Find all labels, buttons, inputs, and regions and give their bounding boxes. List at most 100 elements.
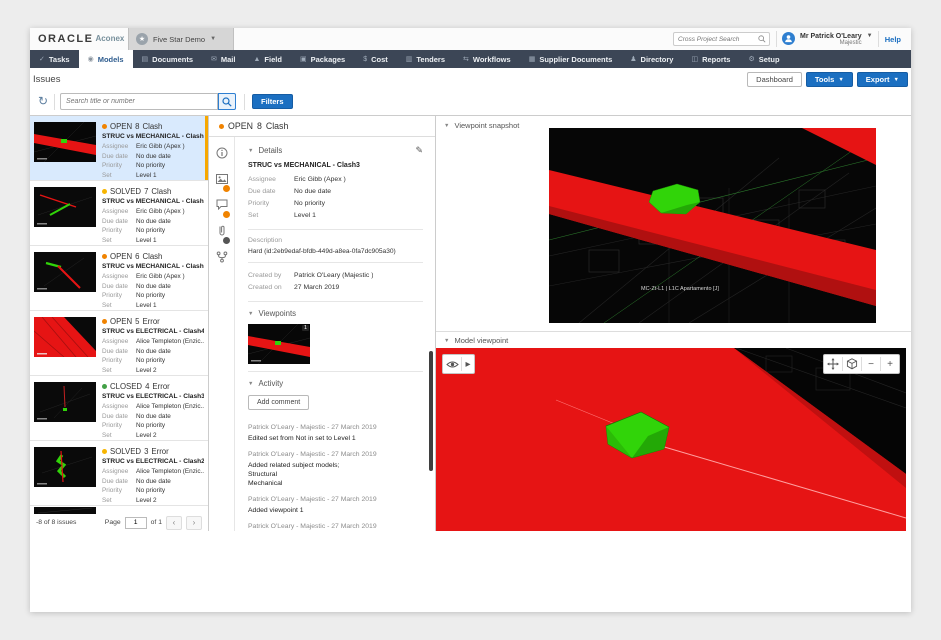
aconex-app-window: ORACLEAconex ★ Five Star Demo ▼ Mr Patri…: [30, 28, 911, 612]
due-date-label: Due date: [102, 217, 136, 227]
issue-title: STRUC vs MECHANICAL - Clash3: [102, 133, 204, 140]
issue-number: 7: [144, 187, 148, 196]
nav-item-directory[interactable]: ♟ Directory: [621, 50, 682, 68]
issue-search-box[interactable]: [60, 93, 218, 110]
project-selector[interactable]: ★ Five Star Demo ▼: [128, 28, 234, 50]
viewpoints-section-header[interactable]: ▼ Viewpoints: [248, 309, 423, 318]
issue-list-item[interactable]: OPEN 8 Clash STRUC vs MECHANICAL - Clash…: [30, 116, 208, 181]
viewpoint-snapshot-header[interactable]: ▼ Viewpoint snapshot: [444, 121, 519, 130]
model-viewpoint-header[interactable]: ▼ Model viewpoint: [444, 336, 508, 345]
issue-list-item[interactable]: CLOSED 4 Error STRUC vs ELECTRICAL - Cla…: [30, 376, 208, 441]
model-viewport[interactable]: ▸ − +: [436, 348, 906, 531]
nav-item-workflows[interactable]: ⇆ Workflows: [454, 50, 520, 68]
nav-item-documents[interactable]: ▤ Documents: [133, 50, 202, 68]
details-section-header[interactable]: ▼ Details ✎: [248, 145, 423, 156]
issue-status: CLOSED: [110, 382, 142, 391]
next-page-button[interactable]: ›: [186, 516, 202, 530]
assignee-label: Assignee: [102, 207, 136, 217]
nav-item-setup[interactable]: ⚙ Setup: [739, 50, 788, 68]
status-dot-icon: [102, 384, 107, 389]
search-icon[interactable]: [758, 35, 766, 43]
viewpoint-snapshot-label: Viewpoint snapshot: [454, 121, 519, 130]
issue-list-item[interactable]: SOLVED 3 Error STRUC vs ELECTRICAL - Cla…: [30, 441, 208, 506]
tools-button[interactable]: Tools▼: [806, 72, 853, 87]
zoom-out-icon[interactable]: −: [862, 355, 880, 373]
activity-meta: Patrick O'Leary - Majestic - 27 March 20…: [248, 496, 423, 503]
created-by-value: Patrick O'Leary (Majestic ): [294, 270, 373, 282]
nav-item-models[interactable]: ◉ Models: [79, 50, 133, 68]
pan-icon[interactable]: [824, 355, 842, 373]
viewpoint-number-badge: 1: [302, 325, 309, 331]
nav-item-tasks[interactable]: ✓ Tasks: [30, 50, 79, 68]
cross-project-search[interactable]: [673, 32, 770, 46]
dashboard-button[interactable]: Dashboard: [747, 72, 802, 87]
packages-icon: ▣: [300, 55, 307, 63]
assignee-label: Assignee: [248, 174, 294, 186]
viewpoint-thumbnail[interactable]: 1: [248, 324, 310, 364]
chevron-down-icon: ▼: [210, 36, 216, 42]
issue-search-input[interactable]: [61, 94, 217, 109]
attachment-icon[interactable]: [215, 224, 228, 237]
visibility-eye-icon[interactable]: [443, 355, 461, 373]
refresh-icon[interactable]: ↻: [38, 94, 48, 108]
issue-thumbnail: [34, 122, 96, 162]
comments-icon[interactable]: [215, 198, 228, 211]
activity-list: Patrick O'Leary - Majestic - 27 March 20…: [248, 424, 423, 531]
models-sphere-icon: ◉: [88, 55, 94, 63]
previous-page-button[interactable]: ‹: [166, 516, 182, 530]
expand-arrow-icon[interactable]: ▸: [462, 355, 474, 373]
issue-status-line: SOLVED 3 Error: [102, 447, 204, 456]
nav-item-tenders[interactable]: ▥ Tenders: [397, 50, 454, 68]
chevron-down-icon: ▼: [248, 311, 253, 317]
status-dot-icon: [102, 124, 107, 129]
user-menu[interactable]: Mr Patrick O'Leary Majestic ▼: [782, 31, 873, 46]
status-dot-icon: [102, 254, 107, 259]
issue-number: 8: [135, 122, 139, 131]
search-button[interactable]: [218, 93, 236, 110]
nav-label: Field: [264, 55, 282, 64]
export-button[interactable]: Export▼: [857, 72, 908, 87]
edit-pencil-icon[interactable]: ✎: [415, 145, 423, 156]
nav-item-supplier-documents[interactable]: ▦ Supplier Documents: [520, 50, 622, 68]
nav-item-mail[interactable]: ✉ Mail: [202, 50, 244, 68]
cross-project-search-input[interactable]: [674, 36, 758, 43]
issue-number: 5: [135, 317, 139, 326]
info-icon[interactable]: [215, 146, 228, 159]
relations-icon[interactable]: [215, 250, 228, 263]
chevron-down-icon: ▼: [894, 77, 899, 83]
detail-priority: No priority: [294, 198, 325, 210]
nav-item-packages[interactable]: ▣ Packages: [291, 50, 354, 68]
filters-button[interactable]: Filters: [252, 94, 293, 109]
nav-item-field[interactable]: ▲ Field: [244, 50, 290, 68]
nav-item-cost[interactable]: $ Cost: [354, 50, 397, 68]
issue-list-item[interactable]: OPEN 6 Clash STRUC vs MECHANICAL - Clash…: [30, 246, 208, 311]
issue-list-item[interactable]: SOLVED 7 Clash STRUC vs MECHANICAL - Cla…: [30, 181, 208, 246]
priority-label: Priority: [102, 291, 136, 301]
add-comment-button[interactable]: Add comment: [248, 395, 309, 410]
tools-label: Tools: [815, 75, 834, 84]
activity-text: Added viewpoint 1: [248, 506, 423, 515]
nav-item-reports[interactable]: ◫ Reports: [682, 50, 739, 68]
issue-assignee: Eric Gibb (Apex ): [136, 142, 185, 152]
help-link[interactable]: Help: [885, 35, 901, 44]
detail-assignee: Eric Gibb (Apex ): [294, 174, 346, 186]
issue-meta: SOLVED 3 Error STRUC vs ELECTRICAL - Cla…: [102, 447, 204, 505]
comments-count-badge: [223, 211, 230, 218]
activity-section-header[interactable]: ▼ Activity: [248, 379, 423, 388]
viewpoints-icon[interactable]: [215, 172, 228, 185]
issue-thumbnail: [34, 447, 96, 487]
mail-envelope-icon: ✉: [211, 55, 217, 63]
tenders-icon: ▥: [406, 55, 413, 63]
zoom-in-icon[interactable]: +: [881, 355, 899, 373]
issue-list-item[interactable]: OPEN 5 Error STRUC vs ELECTRICAL - Clash…: [30, 311, 208, 376]
page-number-input[interactable]: [125, 517, 147, 529]
detail-scrollbar[interactable]: [429, 351, 433, 471]
chevron-down-icon: ▼: [248, 148, 253, 154]
issue-type: Error: [142, 317, 159, 326]
due-date-label: Due date: [102, 412, 136, 422]
main-navigation: ✓ Tasks ◉ Models ▤ Documents ✉ Mail ▲ Fi…: [30, 50, 911, 68]
orbit-cube-icon[interactable]: [843, 355, 861, 373]
issue-title: STRUC vs ELECTRICAL - Clash4: [102, 328, 204, 335]
activity-entry: Patrick O'Leary - Majestic - 27 March 20…: [248, 424, 423, 443]
issue-due-date: No due date: [136, 477, 171, 487]
